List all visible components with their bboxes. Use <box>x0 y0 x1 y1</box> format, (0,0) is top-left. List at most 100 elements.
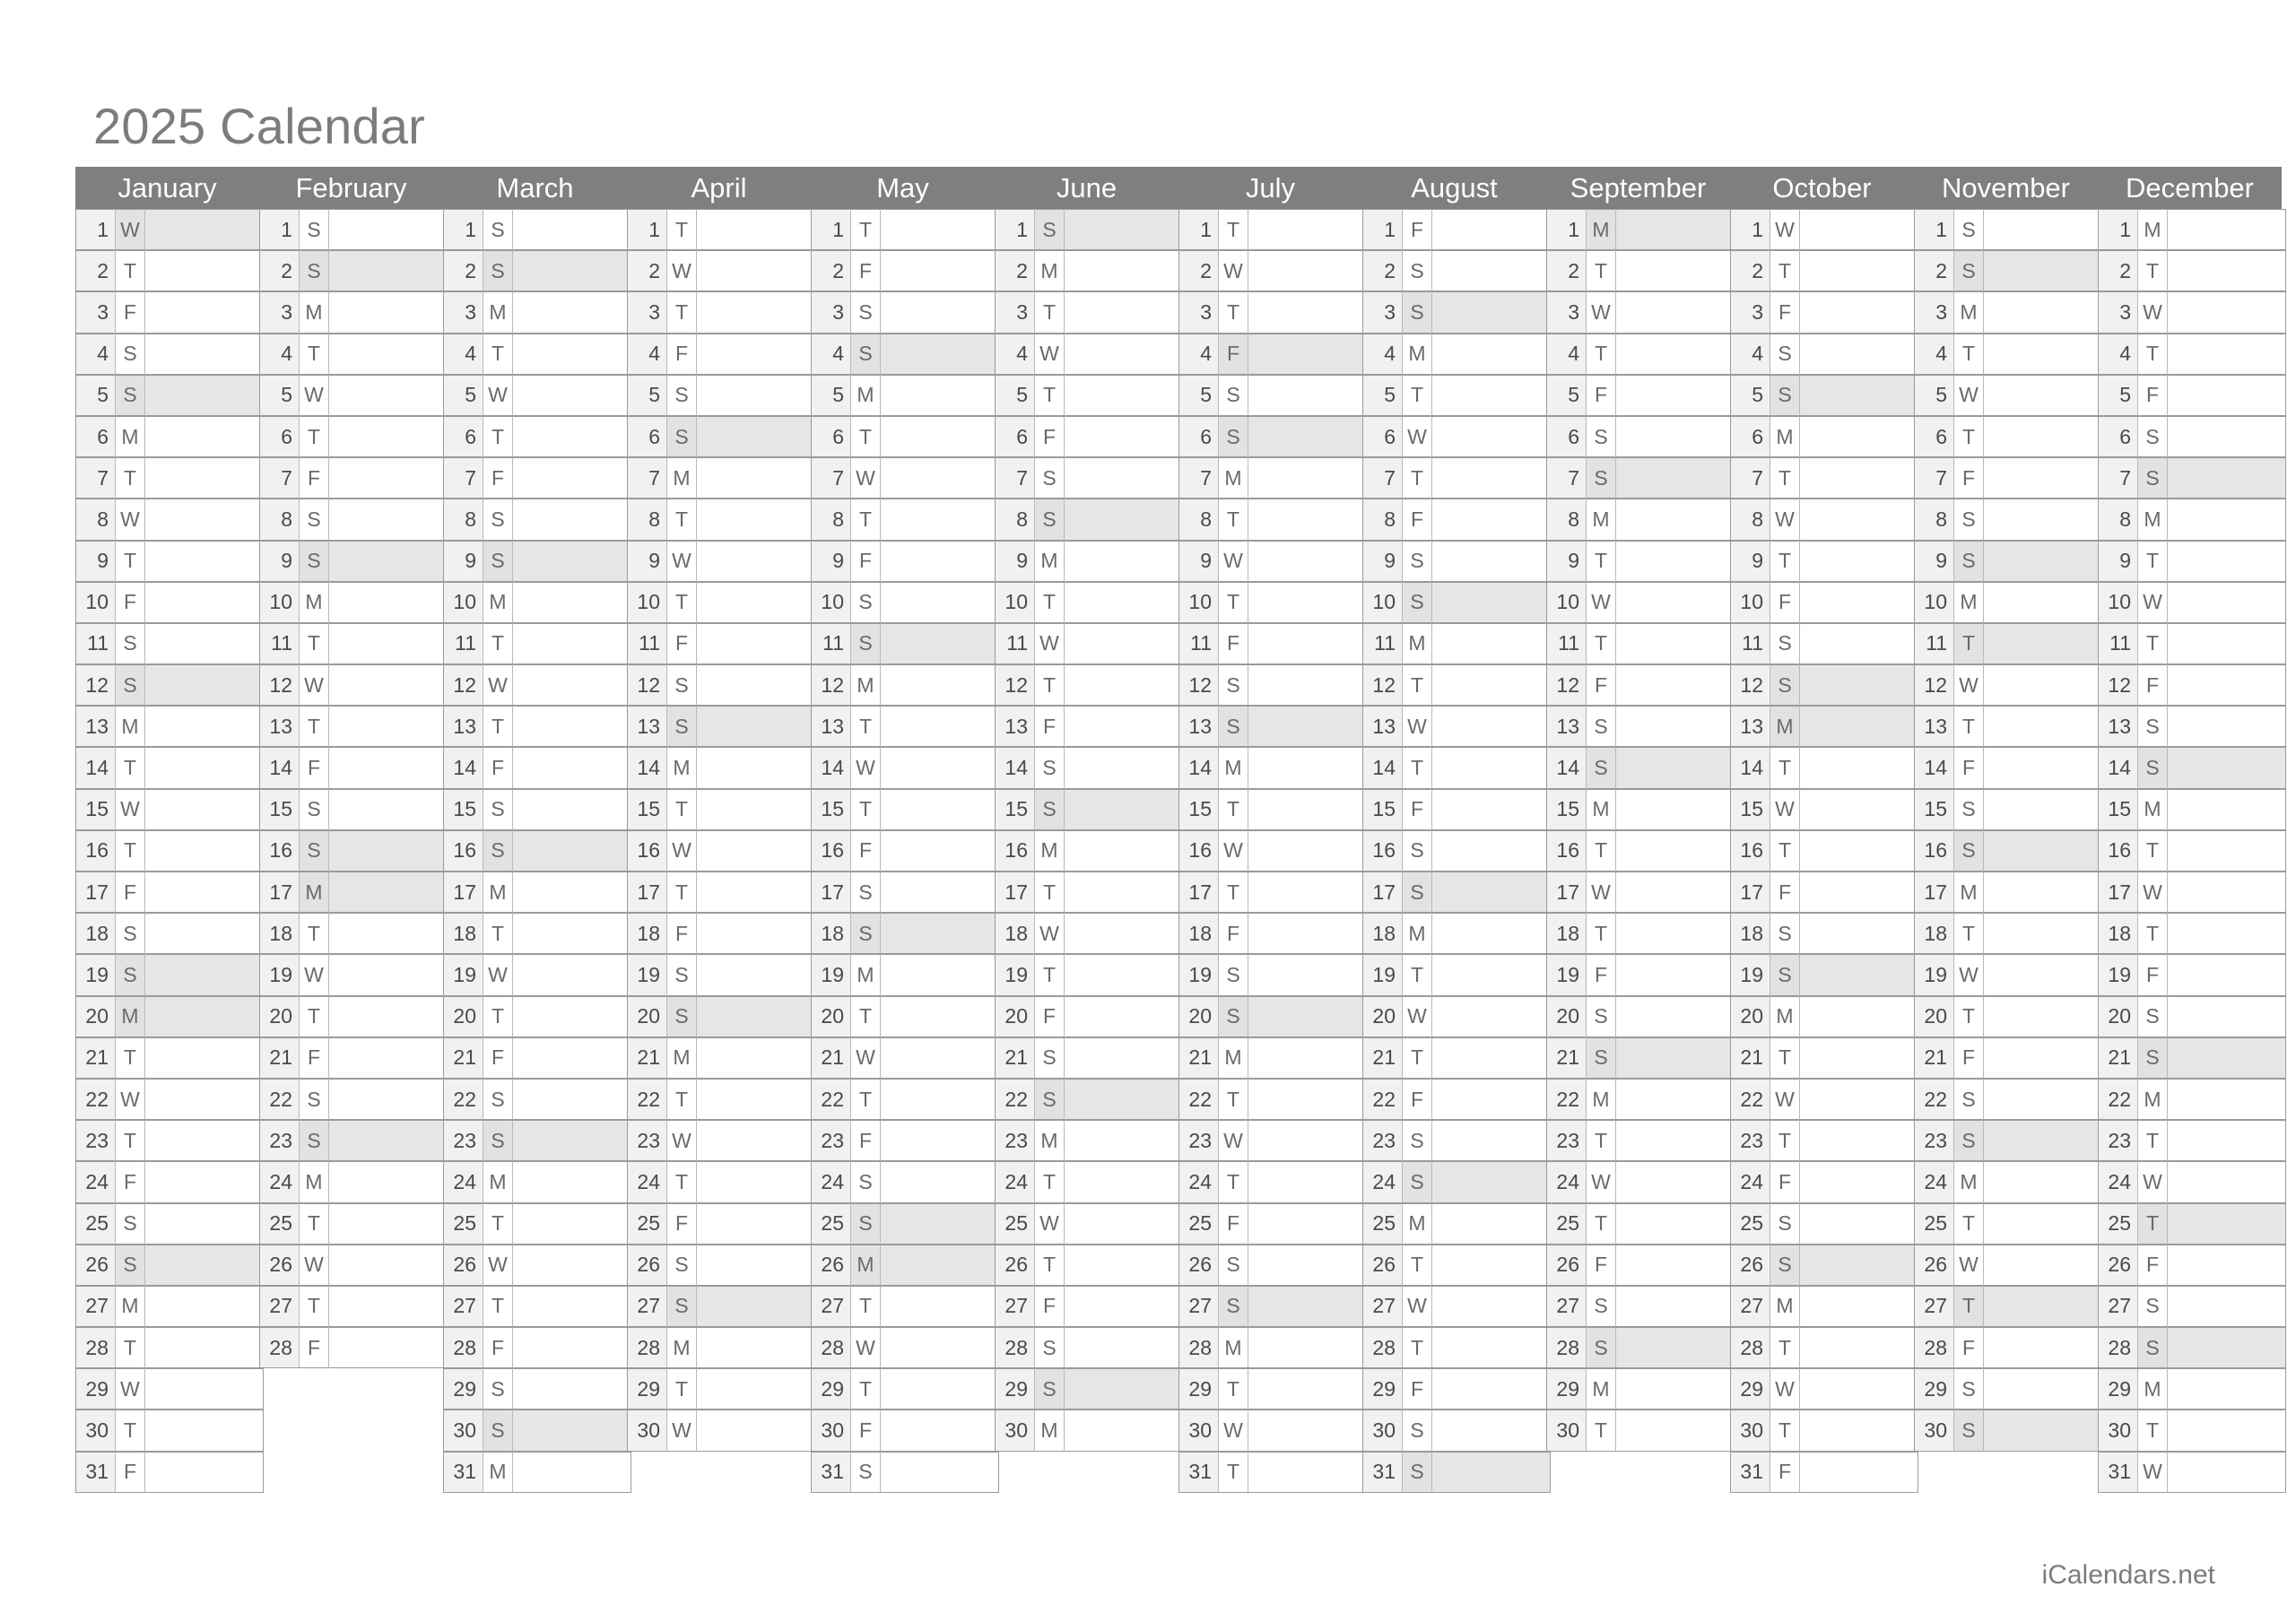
day-note-field[interactable] <box>512 1078 631 1121</box>
day-note-field[interactable] <box>1983 1078 2102 1121</box>
day-note-field[interactable] <box>512 1451 631 1493</box>
day-note-field[interactable] <box>144 1327 264 1369</box>
day-note-field[interactable] <box>1064 954 1183 996</box>
day-note-field[interactable] <box>1799 457 1918 499</box>
day-note-field[interactable] <box>1799 872 1918 914</box>
day-note-field[interactable] <box>880 747 999 789</box>
day-note-field[interactable] <box>1064 1409 1183 1452</box>
day-note-field[interactable] <box>880 664 999 707</box>
day-note-field[interactable] <box>696 664 815 707</box>
day-note-field[interactable] <box>696 622 815 665</box>
day-note-field[interactable] <box>696 499 815 541</box>
day-note-field[interactable] <box>1983 622 2102 665</box>
month-header-february[interactable]: February <box>259 167 443 209</box>
day-note-field[interactable] <box>512 1368 631 1410</box>
day-note-field[interactable] <box>1431 622 1551 665</box>
day-note-field[interactable] <box>696 788 815 830</box>
month-header-july[interactable]: July <box>1178 167 1362 209</box>
day-note-field[interactable] <box>512 1409 631 1452</box>
day-note-field[interactable] <box>1248 706 1367 748</box>
day-note-field[interactable] <box>144 872 264 914</box>
day-note-field[interactable] <box>1431 1244 1551 1286</box>
day-note-field[interactable] <box>2167 1244 2286 1286</box>
day-note-field[interactable] <box>328 1120 448 1162</box>
day-note-field[interactable] <box>1799 209 1918 251</box>
day-note-field[interactable] <box>144 788 264 830</box>
day-note-field[interactable] <box>1064 250 1183 292</box>
day-note-field[interactable] <box>512 706 631 748</box>
day-note-field[interactable] <box>144 622 264 665</box>
day-note-field[interactable] <box>1983 415 2102 458</box>
day-note-field[interactable] <box>144 664 264 707</box>
day-note-field[interactable] <box>1983 457 2102 499</box>
day-note-field[interactable] <box>696 1285 815 1328</box>
day-note-field[interactable] <box>2167 622 2286 665</box>
day-note-field[interactable] <box>2167 499 2286 541</box>
day-note-field[interactable] <box>696 540 815 582</box>
day-note-field[interactable] <box>144 209 264 251</box>
day-note-field[interactable] <box>1615 499 1735 541</box>
day-note-field[interactable] <box>1615 706 1735 748</box>
day-note-field[interactable] <box>880 788 999 830</box>
day-note-field[interactable] <box>1615 457 1735 499</box>
day-note-field[interactable] <box>144 1451 264 1493</box>
day-note-field[interactable] <box>512 209 631 251</box>
day-note-field[interactable] <box>328 1285 448 1328</box>
day-note-field[interactable] <box>880 250 999 292</box>
day-note-field[interactable] <box>1064 1368 1183 1410</box>
day-note-field[interactable] <box>1248 1037 1367 1079</box>
day-note-field[interactable] <box>512 954 631 996</box>
day-note-field[interactable] <box>1431 1409 1551 1452</box>
day-note-field[interactable] <box>1615 1327 1735 1369</box>
day-note-field[interactable] <box>1799 995 1918 1037</box>
day-note-field[interactable] <box>328 1161 448 1203</box>
day-note-field[interactable] <box>1983 333 2102 375</box>
day-note-field[interactable] <box>1799 1037 1918 1079</box>
day-note-field[interactable] <box>328 457 448 499</box>
day-note-field[interactable] <box>1064 664 1183 707</box>
day-note-field[interactable] <box>1799 499 1918 541</box>
day-note-field[interactable] <box>1983 1202 2102 1245</box>
day-note-field[interactable] <box>696 954 815 996</box>
day-note-field[interactable] <box>1615 622 1735 665</box>
day-note-field[interactable] <box>1431 706 1551 748</box>
day-note-field[interactable] <box>1615 1244 1735 1286</box>
day-note-field[interactable] <box>2167 457 2286 499</box>
day-note-field[interactable] <box>328 209 448 251</box>
day-note-field[interactable] <box>512 291 631 334</box>
day-note-field[interactable] <box>1615 415 1735 458</box>
day-note-field[interactable] <box>1248 1409 1367 1452</box>
day-note-field[interactable] <box>1064 1244 1183 1286</box>
day-note-field[interactable] <box>1248 415 1367 458</box>
day-note-field[interactable] <box>880 291 999 334</box>
day-note-field[interactable] <box>696 415 815 458</box>
day-note-field[interactable] <box>2167 995 2286 1037</box>
day-note-field[interactable] <box>1431 1078 1551 1121</box>
day-note-field[interactable] <box>696 374 815 416</box>
day-note-field[interactable] <box>1799 913 1918 955</box>
day-note-field[interactable] <box>1615 291 1735 334</box>
day-note-field[interactable] <box>1431 1202 1551 1245</box>
day-note-field[interactable] <box>696 1161 815 1203</box>
day-note-field[interactable] <box>1615 1202 1735 1245</box>
day-note-field[interactable] <box>1983 829 2102 872</box>
day-note-field[interactable] <box>1248 1244 1367 1286</box>
day-note-field[interactable] <box>1799 291 1918 334</box>
day-note-field[interactable] <box>696 1078 815 1121</box>
day-note-field[interactable] <box>1248 747 1367 789</box>
day-note-field[interactable] <box>1431 1161 1551 1203</box>
day-note-field[interactable] <box>1615 954 1735 996</box>
day-note-field[interactable] <box>1064 540 1183 582</box>
month-header-august[interactable]: August <box>1362 167 1546 209</box>
day-note-field[interactable] <box>880 1120 999 1162</box>
day-note-field[interactable] <box>512 499 631 541</box>
day-note-field[interactable] <box>1799 1120 1918 1162</box>
day-note-field[interactable] <box>512 829 631 872</box>
day-note-field[interactable] <box>1799 333 1918 375</box>
day-note-field[interactable] <box>1064 209 1183 251</box>
day-note-field[interactable] <box>1983 872 2102 914</box>
day-note-field[interactable] <box>328 954 448 996</box>
day-note-field[interactable] <box>880 209 999 251</box>
day-note-field[interactable] <box>1615 913 1735 955</box>
day-note-field[interactable] <box>1983 1409 2102 1452</box>
